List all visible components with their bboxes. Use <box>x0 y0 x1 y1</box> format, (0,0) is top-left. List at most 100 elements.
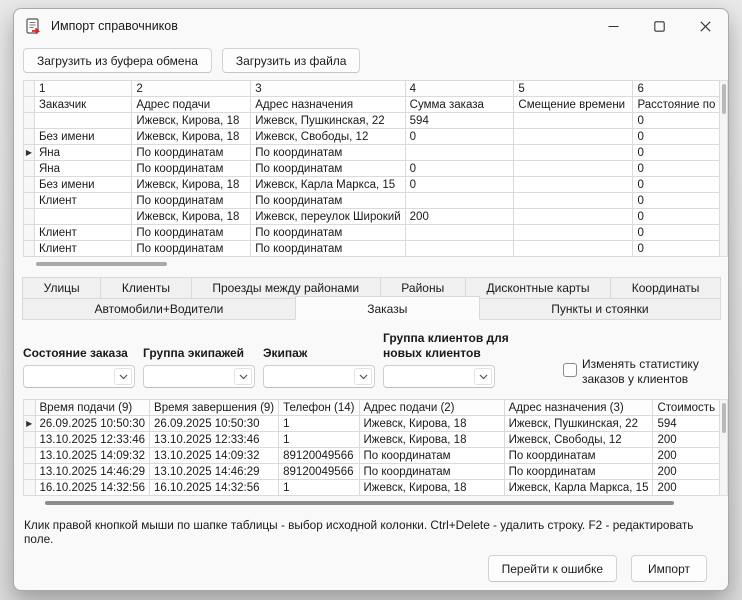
table-row[interactable]: 13.10.2025 14:46:29 13.10.2025 14:46:29 89… <box>23 463 721 480</box>
cell[interactable]: 200 <box>652 431 721 448</box>
cell[interactable] <box>513 160 634 177</box>
column-header[interactable]: Стоимость <box>652 399 721 416</box>
cell[interactable]: 13.10.2025 12:33:46 <box>149 431 280 448</box>
cell[interactable]: 0 <box>404 176 515 193</box>
cell[interactable]: Ижевск, Кирова, 18 <box>358 479 505 496</box>
table-row[interactable]: Без имени Ижевск, Кирова, 18 Ижевск, Карла… <box>23 176 721 193</box>
tab[interactable]: Дисконтные карты <box>464 277 612 299</box>
cell[interactable]: По координатам <box>250 224 406 241</box>
orders-grid-vertical-scrollbar[interactable] <box>720 399 728 496</box>
cell[interactable]: 0 <box>404 128 515 145</box>
goto-error-button[interactable]: Перейти к ошибке <box>487 555 617 582</box>
column-header[interactable]: 4 <box>404 80 515 97</box>
cell[interactable]: Яна <box>33 160 133 177</box>
cell[interactable]: Клиент <box>33 192 133 209</box>
cell[interactable] <box>513 208 634 225</box>
cell[interactable]: 200 <box>652 479 721 496</box>
cell[interactable]: 200 <box>652 463 721 480</box>
cell[interactable]: По координатам <box>131 224 252 241</box>
cell[interactable] <box>33 112 133 129</box>
cell[interactable]: По координатам <box>131 160 252 177</box>
cell[interactable] <box>404 240 515 257</box>
row-selector[interactable] <box>23 192 35 209</box>
table-row[interactable]: Клиент По координатам По координатам 0 <box>23 192 721 209</box>
close-button[interactable] <box>682 9 728 43</box>
column-header[interactable]: 5 <box>513 80 634 97</box>
order-state-select[interactable] <box>23 365 135 388</box>
row-selector-header[interactable] <box>23 80 35 97</box>
column-header[interactable]: 6 <box>632 80 721 97</box>
cell[interactable]: 1 <box>278 431 360 448</box>
cell[interactable]: 26.09.2025 10:50:30 <box>34 415 151 432</box>
checkbox-unchecked-icon[interactable] <box>563 362 577 377</box>
cell[interactable]: 13.10.2025 12:33:46 <box>34 431 151 448</box>
crew-group-select[interactable] <box>143 365 255 388</box>
title-bar[interactable]: Импорт справочников <box>14 9 728 43</box>
table-row[interactable]: Клиент По координатам По координатам 0 <box>23 240 721 257</box>
table-row[interactable]: 16.10.2025 14:32:56 16.10.2025 14:32:56 1 И… <box>23 479 721 496</box>
cell[interactable]: Клиент <box>33 240 133 257</box>
column-header[interactable]: Адрес подачи (2) <box>358 399 505 416</box>
cell[interactable]: Ижевск, Карла Маркса, 15 <box>250 176 406 193</box>
chevron-down-icon[interactable] <box>114 368 132 385</box>
row-selector[interactable] <box>23 224 35 241</box>
cell[interactable]: 13.10.2025 14:46:29 <box>149 463 280 480</box>
cell[interactable]: По координатам <box>250 160 406 177</box>
cell[interactable]: Без имени <box>33 128 133 145</box>
cell[interactable]: По координатам <box>250 192 406 209</box>
column-header[interactable]: Телефон (14) <box>278 399 360 416</box>
cell[interactable] <box>513 128 634 145</box>
cell[interactable]: Без имени <box>33 176 133 193</box>
cell[interactable]: По координатам <box>250 144 406 161</box>
cell[interactable]: Адрес назначения <box>250 96 406 113</box>
table-row[interactable]: Клиент По координатам По координатам 0 <box>23 224 721 241</box>
table-row[interactable]: Ижевск, Кирова, 18 Ижевск, Пушкинская, 22… <box>23 112 721 129</box>
load-from-file-button[interactable]: Загрузить из файла <box>221 48 361 73</box>
cell[interactable]: 0 <box>632 224 721 241</box>
cell[interactable]: 13.10.2025 14:09:32 <box>34 447 151 464</box>
scrollbar-thumb[interactable] <box>45 501 674 505</box>
cell[interactable]: 89120049566 <box>278 463 360 480</box>
orders-grid-horizontal-scrollbar[interactable] <box>23 501 717 505</box>
row-selector[interactable] <box>23 463 36 480</box>
import-button[interactable]: Импорт <box>631 555 707 582</box>
scrollbar-thumb[interactable] <box>721 403 726 433</box>
table-row[interactable]: ▶ 26.09.2025 10:50:30 26.09.2025 10:50:30 1… <box>23 415 721 432</box>
cell[interactable]: Ижевск, переулок Широкий <box>250 208 406 225</box>
source-grid-vertical-scrollbar[interactable] <box>720 80 728 257</box>
row-selector[interactable] <box>23 208 35 225</box>
chevron-down-icon[interactable] <box>474 368 492 385</box>
table-row[interactable]: 13.10.2025 12:33:46 13.10.2025 12:33:46 1 И… <box>23 431 721 448</box>
tab[interactable]: Пункты и стоянки <box>478 298 721 320</box>
row-selector[interactable] <box>23 112 35 129</box>
cell[interactable]: По координатам <box>131 192 252 209</box>
current-row-marker[interactable]: ▶ <box>23 415 36 432</box>
cell[interactable]: Ижевск, Пушкинская, 22 <box>503 415 654 432</box>
table-row[interactable]: 13.10.2025 14:09:32 13.10.2025 14:09:32 89… <box>23 447 721 464</box>
source-grid-horizontal-scrollbar[interactable] <box>23 262 721 266</box>
cell[interactable]: Яна <box>33 144 133 161</box>
cell[interactable]: Ижевск, Кирова, 18 <box>131 176 252 193</box>
cell[interactable]: Клиент <box>33 224 133 241</box>
cell[interactable]: По координатам <box>131 240 252 257</box>
cell[interactable]: Заказчик <box>33 96 133 113</box>
cell[interactable]: 0 <box>632 192 721 209</box>
cell[interactable] <box>404 144 515 161</box>
scrollbar-thumb[interactable] <box>721 84 726 114</box>
cell[interactable]: По координатам <box>503 463 654 480</box>
scrollbar-thumb[interactable] <box>36 262 167 266</box>
column-header[interactable]: Время завершения (9) <box>149 399 280 416</box>
cell[interactable] <box>404 224 515 241</box>
row-selector[interactable] <box>23 479 36 496</box>
chevron-down-icon[interactable] <box>234 368 252 385</box>
cell[interactable]: Ижевск, Карла Маркса, 15 <box>503 479 654 496</box>
client-group-select[interactable] <box>383 365 495 388</box>
row-selector[interactable] <box>23 240 35 257</box>
cell[interactable]: По координатам <box>358 463 505 480</box>
row-selector[interactable] <box>23 128 35 145</box>
cell[interactable]: 89120049566 <box>278 447 360 464</box>
row-selector-header[interactable] <box>23 399 36 416</box>
cell[interactable]: Ижевск, Кирова, 18 <box>131 208 252 225</box>
tab[interactable]: Улицы <box>22 277 102 299</box>
current-row-marker[interactable]: ▶ <box>23 144 35 161</box>
